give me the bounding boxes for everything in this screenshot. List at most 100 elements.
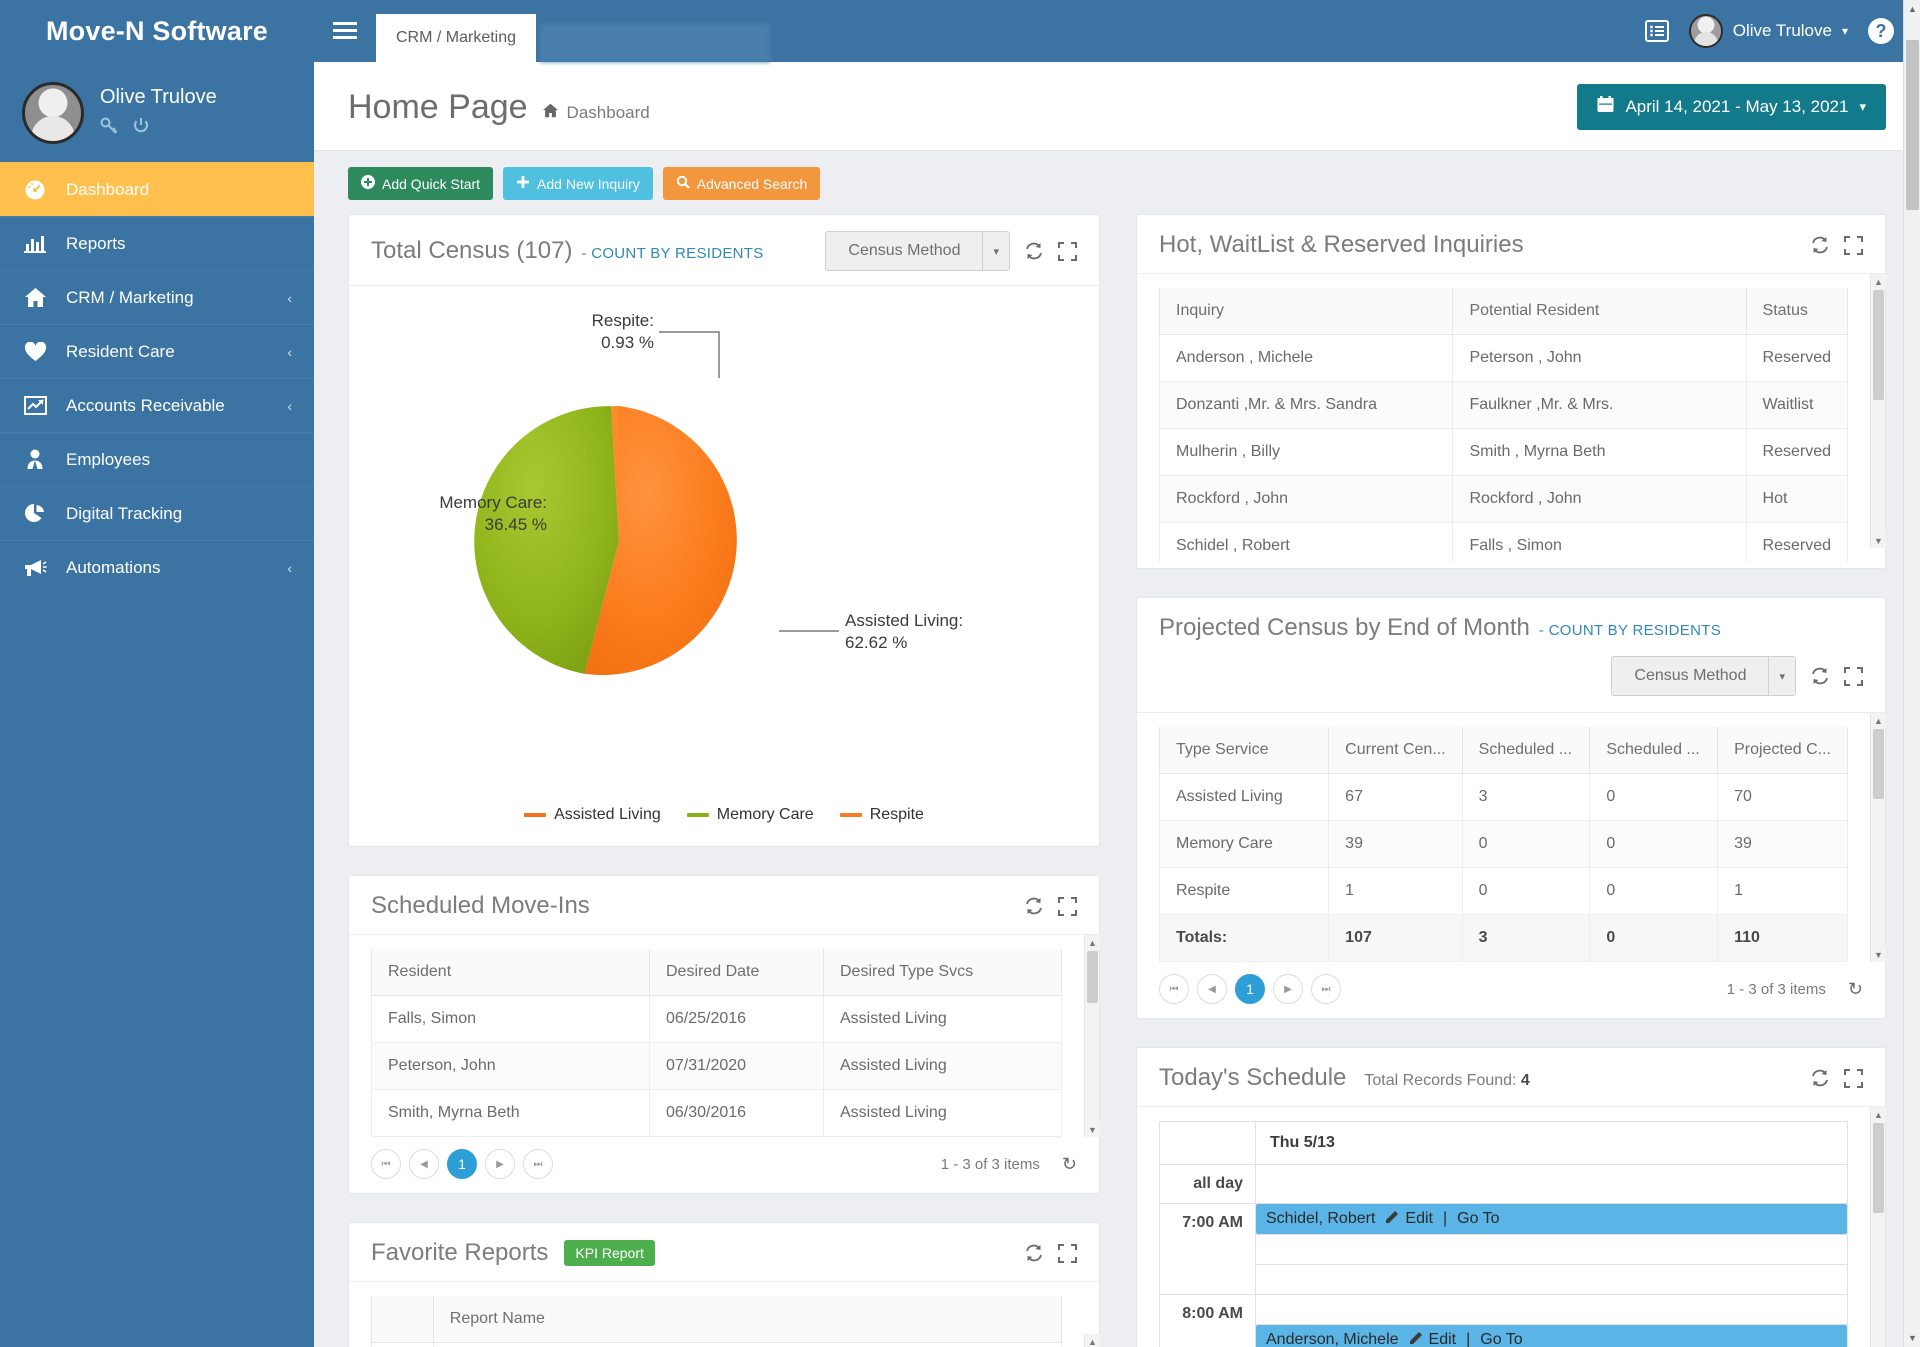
- column-status[interactable]: Status: [1745, 288, 1849, 335]
- slot-cell-730[interactable]: [1255, 1264, 1848, 1295]
- add-quick-start-button[interactable]: Add Quick Start: [348, 167, 494, 200]
- expand-icon[interactable]: [1058, 1243, 1077, 1263]
- date-range-picker[interactable]: April 14, 2021 - May 13, 2021 ▾: [1577, 84, 1886, 130]
- legend-item-respite[interactable]: Respite: [839, 806, 924, 824]
- all-day-cell[interactable]: [1255, 1164, 1848, 1204]
- table-row[interactable]: Respite 1 0 0 1: [1159, 867, 1848, 915]
- column-desired-type-svcs[interactable]: Desired Type Svcs: [823, 949, 1062, 996]
- table-row[interactable]: Donzanti ,Mr. & Mrs. Sandra Faulkner ,Mr…: [1159, 381, 1849, 429]
- kpi-report-badge[interactable]: KPI Report: [564, 1240, 655, 1266]
- event-edit-link[interactable]: Edit: [1409, 1330, 1456, 1347]
- sidebar-item-dashboard[interactable]: Dashboard: [0, 162, 314, 216]
- slot-cell-830[interactable]: Anderson, Michele Edit | Go To: [1255, 1324, 1848, 1347]
- sidebar-item-digital-tracking[interactable]: Digital Tracking: [0, 486, 314, 540]
- table-row[interactable]: Schidel , Robert Falls , Simon Reserved: [1159, 522, 1849, 562]
- scroll-down-icon[interactable]: ▼: [1871, 947, 1886, 962]
- page-first-button[interactable]: ⏮: [371, 1149, 401, 1179]
- event-goto-label[interactable]: Go To: [1457, 1210, 1499, 1228]
- table-row[interactable]: Falls, Simon 06/25/2016 Assisted Living: [371, 995, 1062, 1043]
- tab-crm-marketing[interactable]: CRM / Marketing: [376, 14, 537, 62]
- column-current-census[interactable]: Current Cen...: [1328, 727, 1463, 774]
- scroll-down-icon[interactable]: ▼: [1871, 533, 1886, 548]
- slot-cell-715[interactable]: [1255, 1234, 1848, 1265]
- scroll-up-icon[interactable]: ▲: [1904, 0, 1920, 18]
- expand-icon[interactable]: [1058, 896, 1077, 916]
- help-icon[interactable]: ?: [1868, 18, 1894, 44]
- tab-obscured[interactable]: [540, 24, 771, 62]
- list-item[interactable]: i.. Activity Scheduled - Marketing Summa…: [371, 1342, 1063, 1347]
- sidebar-item-reports[interactable]: Reports: [0, 216, 314, 270]
- key-icon[interactable]: [100, 117, 118, 140]
- scroll-up-icon[interactable]: ▲: [1085, 1334, 1100, 1347]
- cell-info[interactable]: i..: [371, 1342, 434, 1347]
- page-next-button[interactable]: ▶: [1273, 974, 1303, 1004]
- page-current-button[interactable]: 1: [447, 1149, 477, 1179]
- refresh-icon[interactable]: ↻: [1062, 1154, 1077, 1175]
- column-potential-resident[interactable]: Potential Resident: [1452, 288, 1747, 335]
- slot-cell-8am[interactable]: [1255, 1294, 1848, 1325]
- refresh-icon[interactable]: [1810, 666, 1830, 686]
- column-projected-census[interactable]: Projected C...: [1717, 727, 1848, 774]
- scroll-thumb[interactable]: [1873, 729, 1884, 799]
- power-icon[interactable]: [132, 117, 150, 140]
- scroll-down-icon[interactable]: ▼: [1085, 1122, 1100, 1137]
- legend-item-assisted-living[interactable]: Assisted Living: [524, 806, 661, 824]
- scroll-up-icon[interactable]: ▲: [1085, 935, 1100, 950]
- column-scheduled-move-outs[interactable]: Scheduled ...: [1589, 727, 1719, 774]
- scroll-thumb[interactable]: [1873, 1123, 1884, 1213]
- refresh-icon[interactable]: [1024, 1243, 1044, 1263]
- table-row[interactable]: Mulherin , Billy Smith , Myrna Beth Rese…: [1159, 428, 1849, 476]
- table-scrollbar[interactable]: ▲: [1084, 1334, 1100, 1347]
- table-row[interactable]: Peterson, John 07/31/2020 Assisted Livin…: [371, 1042, 1062, 1090]
- window-scrollbar[interactable]: ▲ ▼: [1903, 0, 1920, 1347]
- legend-item-memory-care[interactable]: Memory Care: [686, 806, 814, 824]
- table-row[interactable]: Rockford , John Rockford , John Hot: [1159, 475, 1849, 523]
- slot-cell-7am[interactable]: Schidel, Robert Edit | Go To: [1255, 1203, 1848, 1235]
- scroll-up-icon[interactable]: ▲: [1871, 1107, 1886, 1122]
- table-row[interactable]: Memory Care 39 0 0 39: [1159, 820, 1848, 868]
- sidebar-item-crm-marketing[interactable]: CRM / Marketing ‹: [0, 270, 314, 324]
- page-last-button[interactable]: ⏭: [523, 1149, 553, 1179]
- refresh-icon[interactable]: [1810, 235, 1830, 255]
- column-inquiry[interactable]: Inquiry: [1159, 288, 1454, 335]
- refresh-icon[interactable]: [1024, 896, 1044, 916]
- table-row[interactable]: Anderson , Michele Peterson , John Reser…: [1159, 334, 1849, 382]
- page-prev-button[interactable]: ◀: [1197, 974, 1227, 1004]
- table-scrollbar[interactable]: ▲ ▼: [1870, 713, 1886, 962]
- schedule-event[interactable]: Schidel, Robert Edit | Go To: [1256, 1204, 1847, 1234]
- column-desired-date[interactable]: Desired Date: [649, 949, 824, 996]
- table-scrollbar[interactable]: ▲ ▼: [1084, 935, 1100, 1137]
- window-scroll-thumb[interactable]: [1906, 40, 1919, 210]
- column-resident[interactable]: Resident: [371, 949, 650, 996]
- column-type-service[interactable]: Type Service: [1159, 727, 1330, 774]
- scroll-up-icon[interactable]: ▲: [1871, 713, 1886, 728]
- cell-report-name[interactable]: Activity Scheduled - Marketing Summary: [432, 1342, 1063, 1347]
- expand-icon[interactable]: [1844, 1068, 1863, 1088]
- scroll-up-icon[interactable]: ▲: [1871, 274, 1886, 289]
- user-menu[interactable]: Olive Trulove ▾: [1688, 14, 1848, 48]
- sidebar-item-employees[interactable]: Employees: [0, 432, 314, 486]
- scroll-thumb[interactable]: [1087, 951, 1098, 1003]
- refresh-icon[interactable]: ↻: [1848, 979, 1863, 1000]
- table-row[interactable]: Assisted Living 67 3 0 70: [1159, 773, 1848, 821]
- scroll-thumb[interactable]: [1873, 290, 1884, 400]
- projected-census-method-select[interactable]: Census Method ▾: [1611, 656, 1796, 696]
- scroll-down-icon[interactable]: ▼: [1904, 1329, 1920, 1347]
- add-new-inquiry-button[interactable]: Add New Inquiry: [503, 167, 653, 200]
- schedule-scrollbar[interactable]: ▲: [1870, 1107, 1886, 1347]
- event-edit-link[interactable]: Edit: [1385, 1209, 1433, 1229]
- expand-icon[interactable]: [1058, 241, 1077, 261]
- advanced-search-button[interactable]: Advanced Search: [662, 167, 821, 200]
- page-last-button[interactable]: ⏭: [1311, 974, 1341, 1004]
- expand-icon[interactable]: [1844, 235, 1863, 255]
- hamburger-icon[interactable]: [314, 0, 376, 62]
- expand-icon[interactable]: [1844, 666, 1863, 686]
- page-prev-button[interactable]: ◀: [409, 1149, 439, 1179]
- page-next-button[interactable]: ▶: [485, 1149, 515, 1179]
- column-report-name[interactable]: Report Name: [432, 1296, 1063, 1343]
- sidebar-item-resident-care[interactable]: Resident Care ‹: [0, 324, 314, 378]
- page-first-button[interactable]: ⏮: [1159, 974, 1189, 1004]
- table-scrollbar[interactable]: ▲ ▼: [1870, 274, 1886, 548]
- sidebar-item-automations[interactable]: Automations ‹: [0, 540, 314, 594]
- page-current-button[interactable]: 1: [1235, 974, 1265, 1004]
